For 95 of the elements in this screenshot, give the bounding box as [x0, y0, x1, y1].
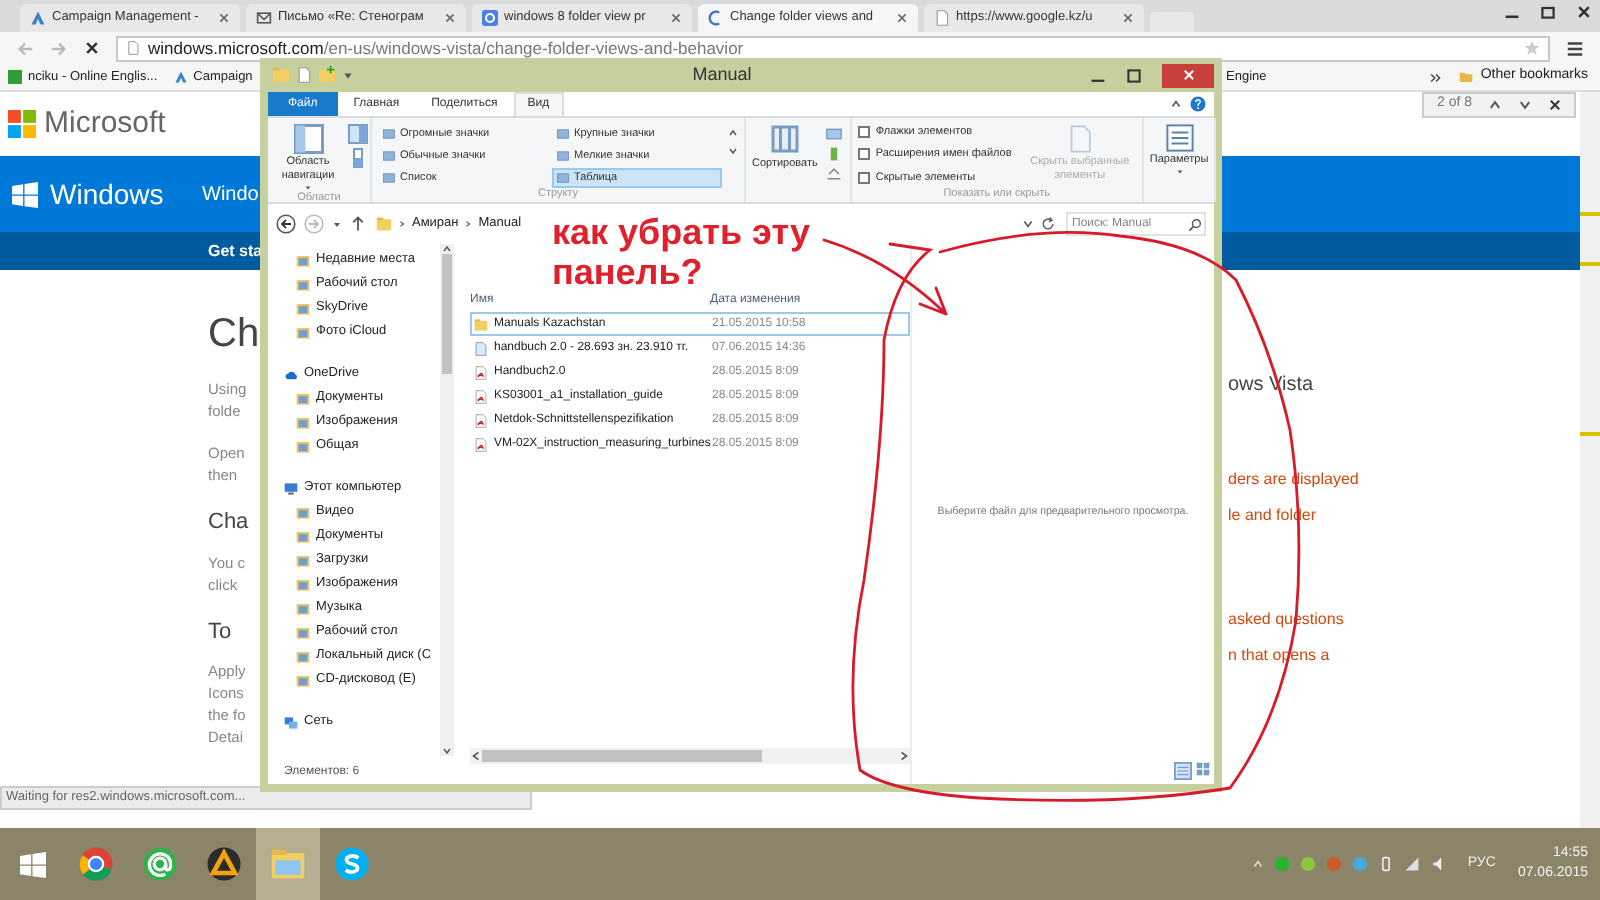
battery-icon[interactable] [1377, 856, 1394, 872]
search-icon [1188, 217, 1202, 231]
pdf-file-icon [474, 365, 488, 379]
network-icon [284, 715, 298, 729]
folder-icon [376, 216, 392, 232]
nav-link[interactable]: Windo [202, 179, 259, 209]
page-title: Ch [208, 310, 260, 358]
hand-drawn-arrow [822, 238, 948, 316]
scrollbar[interactable] [470, 748, 910, 764]
browser-icon[interactable] [78, 846, 114, 882]
options-icon [1165, 124, 1194, 152]
show-hidden-icons-icon[interactable] [1251, 858, 1264, 870]
signal-icon[interactable] [1403, 856, 1420, 872]
menu-icon[interactable] [1566, 39, 1584, 57]
section-heading: To [208, 617, 232, 647]
up-arrow-icon[interactable] [350, 216, 366, 232]
checkbox[interactable] [857, 171, 870, 184]
square-logo-icon [482, 10, 498, 26]
pdf-file-icon [474, 437, 488, 451]
star-icon[interactable] [1524, 40, 1540, 56]
scrollbar-thumb[interactable] [482, 750, 762, 762]
back-icon[interactable] [276, 214, 296, 234]
help-icon[interactable] [1190, 96, 1206, 112]
scrollbar-thumb[interactable] [442, 254, 452, 374]
square-logo-icon [8, 70, 22, 84]
four-squares-logo-icon [8, 110, 36, 138]
size-columns-icon[interactable] [823, 166, 844, 182]
letter-a-icon [30, 10, 46, 26]
pdf-file-icon [474, 413, 488, 427]
at-sign-icon[interactable] [142, 846, 178, 882]
document-icon [1065, 124, 1094, 154]
triangle-app-icon[interactable] [206, 846, 242, 882]
find-match-marker [1580, 262, 1600, 266]
close-tab-icon[interactable] [896, 12, 908, 24]
close-tab-icon[interactable] [444, 12, 456, 24]
dropdown-icon[interactable] [342, 69, 354, 81]
find-match-marker [1580, 432, 1600, 436]
group-by-icon[interactable] [823, 126, 844, 142]
pdf-file-icon [474, 389, 488, 403]
columns-icon [769, 124, 800, 154]
folder-icon [1458, 70, 1475, 84]
maximize-icon[interactable] [1540, 4, 1556, 20]
close-tab-icon[interactable] [218, 12, 230, 24]
close-icon[interactable] [1576, 4, 1592, 20]
scroll-up-icon[interactable] [728, 128, 738, 138]
scroll-left-icon[interactable] [470, 750, 482, 762]
collapse-ribbon-icon[interactable] [1170, 98, 1182, 110]
address-field[interactable]: windows.microsoft.com/en-us/windows-vista/change-folder-views-and-behavior [116, 35, 1550, 61]
page-icon [934, 10, 950, 26]
annotation-text: как убрать эту панель? [552, 212, 813, 292]
chevron-icon[interactable] [1430, 71, 1443, 83]
speaker-icon[interactable] [1429, 856, 1446, 872]
previous-match-icon[interactable] [1488, 98, 1502, 112]
window-title: Manual [690, 61, 754, 88]
cloud-icon [284, 367, 298, 381]
computer-icon [284, 481, 298, 495]
new-folder-icon[interactable] [318, 66, 336, 84]
close-tab-icon[interactable] [670, 12, 682, 24]
checkbox[interactable] [857, 148, 870, 161]
folder-icon [272, 66, 290, 84]
letter-a-icon [173, 70, 188, 84]
large-icons-view-icon[interactable] [1196, 762, 1210, 776]
folder-icon [474, 317, 488, 331]
close-tab-icon[interactable] [1122, 12, 1134, 24]
close-button[interactable] [1162, 63, 1214, 87]
pane-layout-icon [293, 124, 323, 154]
scroll-down-icon[interactable] [442, 746, 452, 756]
stop-icon[interactable] [84, 40, 100, 56]
checkbox[interactable] [857, 126, 870, 139]
scroll-down-icon[interactable] [728, 146, 738, 156]
refresh-icon[interactable] [1040, 216, 1056, 232]
scrollbar[interactable] [440, 244, 454, 756]
scroll-right-icon[interactable] [898, 750, 910, 762]
maximize-icon[interactable] [1126, 67, 1142, 83]
loading-spinner-icon [708, 10, 724, 26]
close-icon[interactable] [1548, 98, 1562, 112]
start-button[interactable] [19, 851, 45, 877]
close-icon [1181, 68, 1195, 82]
band-title: Windows [50, 175, 166, 213]
page-icon [126, 40, 140, 56]
chat-app-icon[interactable] [334, 846, 370, 882]
section-heading: Cha [208, 508, 249, 538]
scroll-up-icon[interactable] [442, 244, 452, 254]
windows-logo-icon [12, 181, 38, 207]
logo-text: Microsoft [44, 103, 166, 144]
history-dropdown-icon[interactable] [1022, 218, 1034, 230]
scrollbar[interactable] [1580, 92, 1600, 828]
next-match-icon[interactable] [1518, 98, 1532, 112]
caret-icon [304, 184, 312, 192]
document-icon [474, 341, 488, 355]
envelope-icon [256, 10, 272, 26]
find-match-marker [1580, 212, 1600, 216]
details-pane-icon[interactable] [348, 148, 368, 168]
chevron-icon [398, 220, 406, 228]
properties-icon[interactable] [296, 66, 312, 84]
